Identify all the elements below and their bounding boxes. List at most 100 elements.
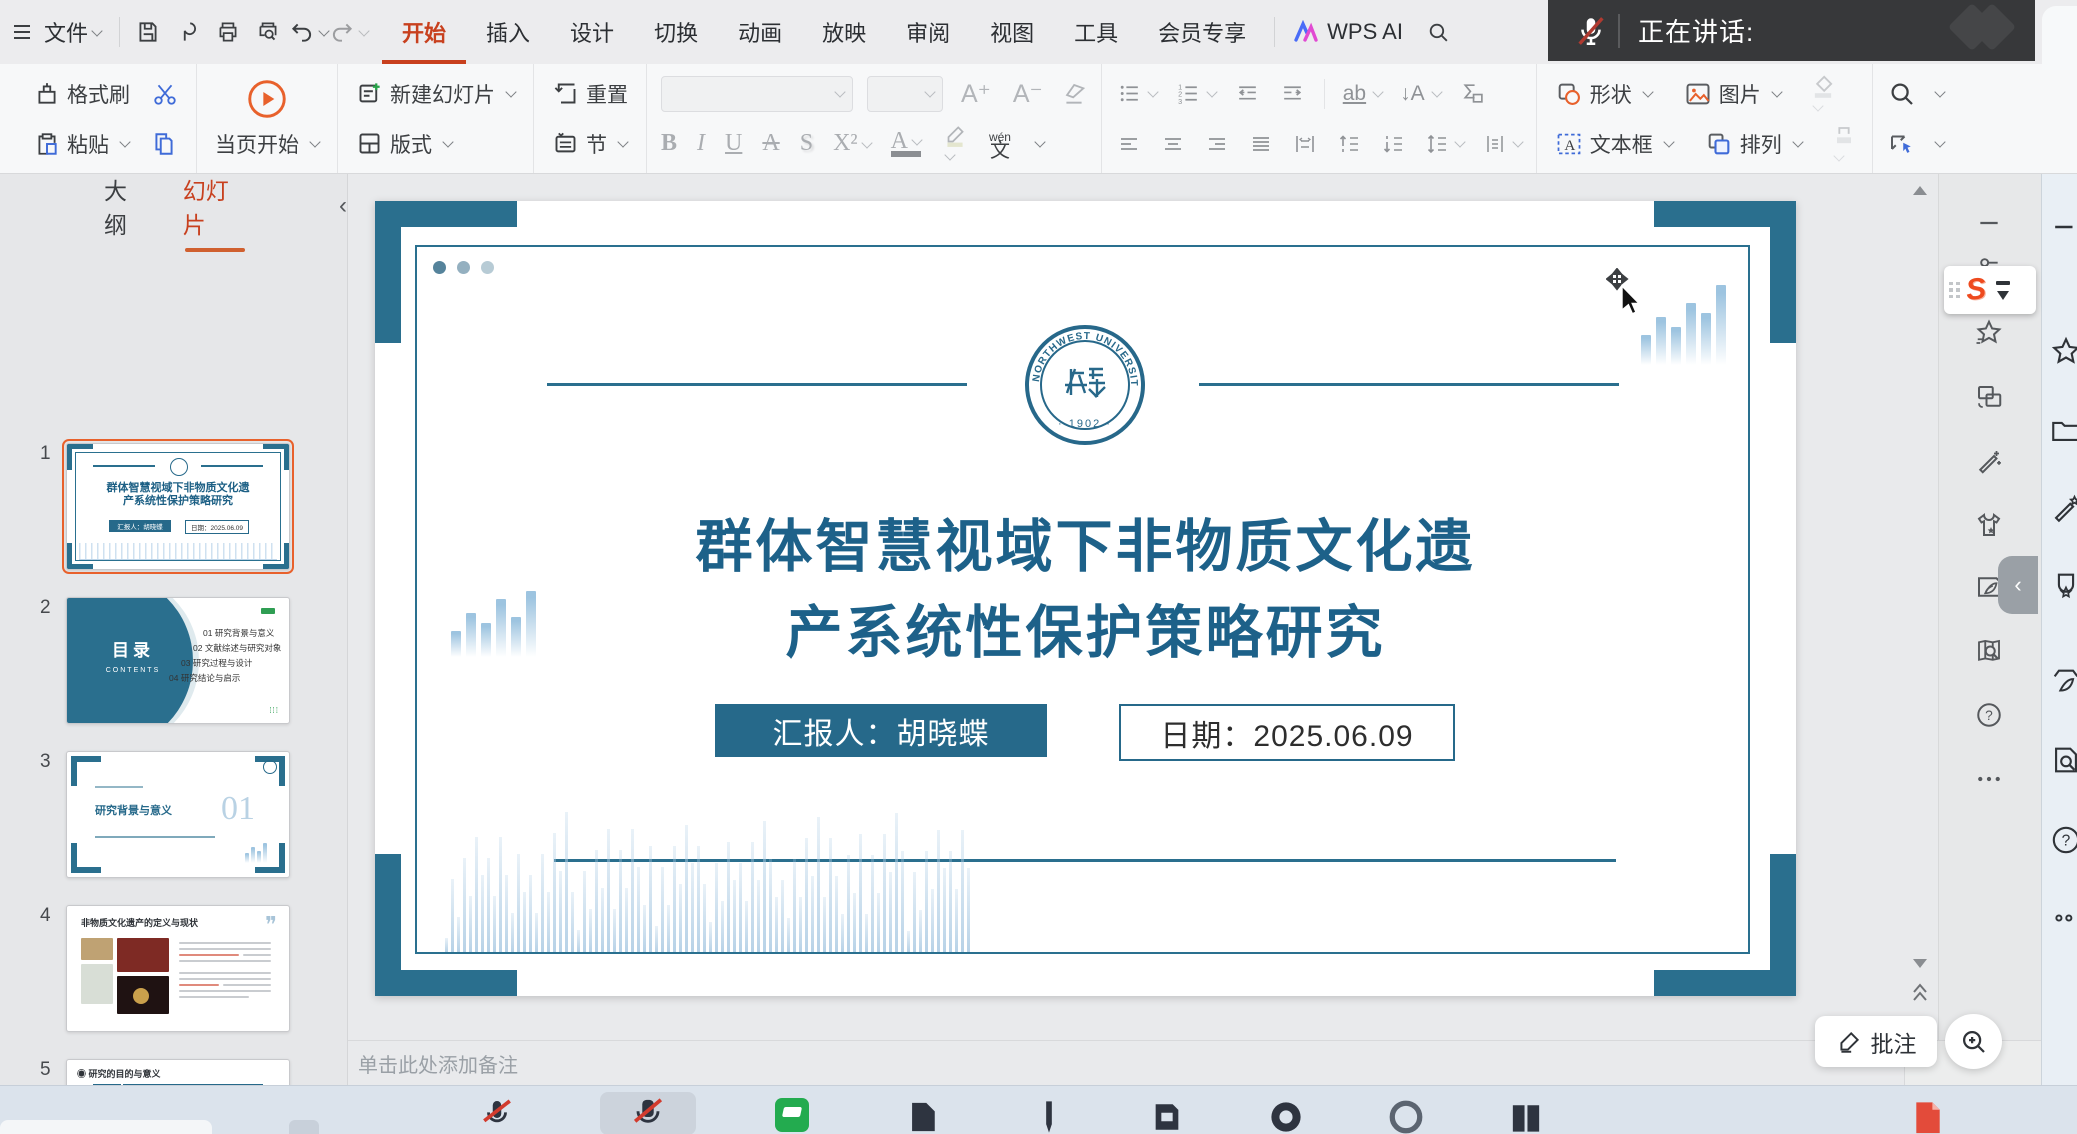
textbox-button[interactable]: A 文本框 — [1551, 127, 1677, 161]
slide-canvas[interactable]: NORTHWEST UNIVERSITY · XI'AN · CHINA · 1… — [375, 201, 1796, 996]
previous-slide-button[interactable] — [1911, 980, 1929, 1006]
taskbar-app-dark-4[interactable] — [1508, 1098, 1544, 1134]
assistant-expand-icon[interactable] — [1997, 291, 2009, 300]
more-tools-icon[interactable] — [1967, 757, 2011, 801]
move-down-button[interactable] — [1380, 132, 1406, 156]
tab-insert[interactable]: 插入 — [466, 0, 550, 64]
save-button[interactable] — [128, 12, 168, 52]
align-right-button[interactable] — [1204, 132, 1230, 156]
tab-design[interactable]: 设计 — [550, 0, 634, 64]
increase-font-button[interactable]: A⁺ — [957, 77, 995, 111]
align-center-button[interactable] — [1160, 132, 1186, 156]
font-name-select[interactable] — [661, 76, 853, 112]
text-direction-button[interactable]: ↓A — [1400, 82, 1425, 106]
select-button[interactable] — [1887, 129, 1917, 159]
distribute-button[interactable] — [1292, 132, 1318, 156]
shape-outline-button[interactable] — [1830, 121, 1858, 167]
wps-assistant-float[interactable]: S — [1944, 266, 2036, 314]
tab-slideshow[interactable]: 放映 — [802, 0, 886, 64]
comment-button[interactable]: 批注 — [1815, 1016, 1937, 1067]
increase-indent-button[interactable] — [1279, 81, 1306, 106]
cut-button[interactable] — [148, 79, 182, 109]
reset-button[interactable]: 重置 — [548, 77, 632, 111]
file-menu[interactable]: 文件 — [44, 0, 111, 64]
clear-format-icon[interactable] — [1061, 81, 1087, 107]
superscript-button[interactable]: X² — [833, 130, 871, 157]
section-button[interactable]: 节 — [548, 127, 631, 161]
tab-outline[interactable]: 大纲 — [104, 172, 147, 240]
redo-button[interactable] — [328, 12, 368, 52]
play-icon[interactable] — [245, 77, 289, 121]
scroll-up-icon[interactable] — [1913, 186, 1927, 195]
summary-slide-button[interactable] — [1459, 81, 1486, 106]
wps-ai-button[interactable]: WPS AI — [1283, 0, 1413, 64]
effects-star-icon[interactable] — [1967, 311, 2011, 355]
date-chip[interactable]: 日期：2025.06.09 — [1119, 704, 1455, 761]
tab-member[interactable]: 会员专享 — [1138, 0, 1266, 64]
smart-beautify-icon[interactable] — [1967, 439, 2011, 483]
layout-button[interactable]: 版式 — [352, 127, 456, 161]
slide-title-line1[interactable]: 群体智慧视域下非物质文化遗 — [375, 501, 1796, 583]
resource-search-icon[interactable] — [1967, 629, 2011, 673]
hamburger-menu[interactable] — [0, 0, 44, 64]
animation-pane-icon[interactable] — [1967, 375, 2011, 419]
taskbar-app-ring[interactable] — [1388, 1098, 1424, 1134]
font-size-select[interactable] — [867, 76, 943, 112]
taskbar-app-camera[interactable] — [1268, 1098, 1304, 1134]
paragraph-spacing-button[interactable] — [1482, 132, 1508, 156]
tab-animation[interactable]: 动画 — [718, 0, 802, 64]
bullet-list-button[interactable] — [1116, 81, 1143, 106]
pinyin-button[interactable]: wén文 — [989, 130, 1011, 158]
slide-thumbnail-1[interactable]: 1 群体智慧视域下非物质文化遗产系统性保护策略研究 汇报人：胡晓蝶 日期：202… — [66, 443, 294, 570]
taskbar-app-dark-1[interactable] — [905, 1098, 939, 1134]
collapse-pane-button[interactable] — [1967, 201, 2011, 245]
taskbar-app-dark-3[interactable] — [1150, 1098, 1184, 1134]
print-button[interactable] — [208, 12, 248, 52]
underline-button[interactable]: U — [725, 130, 742, 157]
align-left-button[interactable] — [1116, 132, 1142, 156]
highlight-button[interactable] — [941, 122, 969, 166]
tab-home[interactable]: 开始 — [382, 0, 466, 64]
help-icon[interactable]: ? — [1967, 693, 2011, 737]
arrange-button[interactable]: 排列 — [1701, 127, 1806, 161]
tab-view[interactable]: 视图 — [970, 0, 1054, 64]
panel-collapse-button[interactable]: ‹ — [339, 192, 347, 220]
picture-button[interactable]: 图片 — [1680, 77, 1785, 111]
italic-button[interactable]: I — [697, 130, 705, 157]
taskbar-app-active-tile[interactable] — [600, 1092, 696, 1134]
taskbar-app-green[interactable] — [775, 1098, 809, 1132]
print-preview-button[interactable] — [248, 12, 288, 52]
text-shadow-button[interactable]: S — [800, 130, 813, 157]
bold-button[interactable]: B — [661, 130, 677, 157]
paste-button[interactable]: 粘贴 — [30, 127, 133, 161]
assistant-minimize-icon[interactable] — [1996, 281, 2010, 285]
presenter-chip[interactable]: 汇报人：胡晓蝶 — [715, 704, 1047, 757]
tab-tools[interactable]: 工具 — [1054, 0, 1138, 64]
numbered-list-button[interactable]: 123 — [1175, 81, 1202, 106]
slide-thumbnail-2[interactable]: 2 目录 CONTENTS 01 研究背景与意义 02 文献综述与研究对象 03… — [66, 597, 294, 724]
line-spacing-button[interactable] — [1424, 132, 1450, 156]
taskbar-window-chip[interactable] — [289, 1120, 319, 1134]
slide-thumbnail-3[interactable]: 3 研究背景与意义 01 — [66, 751, 294, 878]
find-button[interactable] — [1887, 79, 1917, 109]
export-button[interactable] — [168, 12, 208, 52]
zoom-in-button[interactable] — [1945, 1014, 2002, 1069]
slide-title-line2[interactable]: 产系统性保护策略研究 — [375, 587, 1796, 669]
slide-thumbnail-4[interactable]: 4 非物质文化遗产的定义与现状 ❞ — [66, 905, 294, 1032]
tab-transition[interactable]: 切换 — [634, 0, 718, 64]
tab-review[interactable]: 审阅 — [886, 0, 970, 64]
decrease-indent-button[interactable] — [1234, 81, 1261, 106]
new-slide-button[interactable]: 新建幻灯片 — [352, 77, 519, 111]
taskbar-app-wps-red[interactable] — [1910, 1098, 1946, 1134]
char-spacing-button[interactable]: ab — [1343, 82, 1366, 106]
notes-input[interactable]: 单击此处添加备注 — [348, 1040, 1904, 1085]
mic-muted-icon[interactable] — [1574, 14, 1608, 48]
format-painter-button[interactable]: 格式刷 — [30, 77, 134, 111]
undo-button[interactable] — [288, 12, 328, 52]
tab-slides[interactable]: 幻灯片 — [183, 172, 247, 240]
start-from-page-button[interactable]: 当页开始 — [211, 127, 323, 161]
font-color-button[interactable]: A — [891, 131, 921, 157]
shapes-button[interactable]: 形状 — [1551, 77, 1656, 111]
taskbar-app-mic-muted[interactable] — [480, 1098, 514, 1134]
taskbar-window-card[interactable] — [0, 1120, 212, 1134]
